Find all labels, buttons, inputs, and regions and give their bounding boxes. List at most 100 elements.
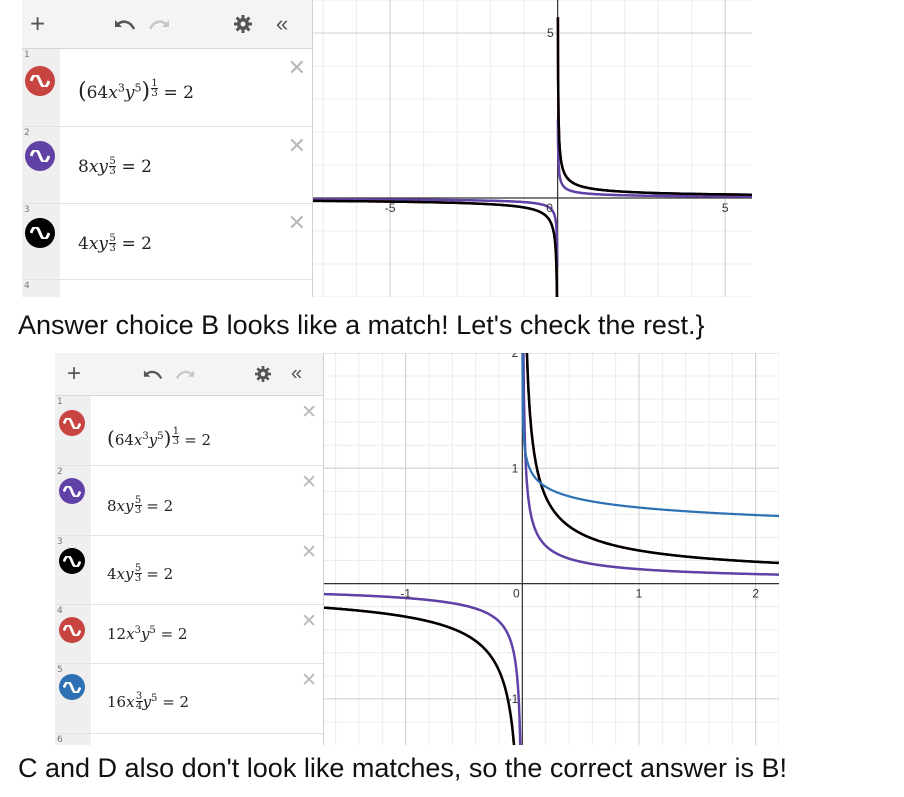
frac-den: 3 xyxy=(134,505,142,516)
var-y: y xyxy=(142,693,152,711)
var-y: y xyxy=(98,157,109,177)
wave-icon[interactable] xyxy=(25,218,55,248)
delete-expression-button[interactable]: ✕ xyxy=(301,610,317,633)
undo-button[interactable] xyxy=(143,368,163,381)
wave-icon[interactable] xyxy=(59,548,85,574)
exponent-fraction: 53 xyxy=(134,564,142,584)
graph-canvas-1[interactable]: -5 0 5 5 xyxy=(313,0,752,297)
frac-den: 3 xyxy=(134,573,142,584)
add-item-button[interactable]: + xyxy=(67,360,81,388)
expression-math[interactable]: 4xy 5 3 = 2 xyxy=(107,564,173,584)
var-y: y xyxy=(148,431,158,449)
paren-close: ) xyxy=(141,79,151,104)
expression-list-1: + « 1 (64x3y5) 1 3 = 2 ✕ 2 8xy 5 3 = 2 ✕… xyxy=(22,0,313,297)
expression-row-4[interactable]: 4 xyxy=(22,280,312,297)
frac-num: 5 xyxy=(109,233,116,244)
rhs: = 2 xyxy=(146,497,174,515)
expression-row-2[interactable]: 2 8xy 5 3 = 2 ✕ xyxy=(55,466,323,536)
settings-button[interactable] xyxy=(234,15,252,33)
wave-icon[interactable] xyxy=(59,410,85,436)
frac-den: 3 xyxy=(151,88,158,99)
rhs: = 2 xyxy=(163,83,194,103)
expression-math[interactable]: (64x3y5) 1 3 = 2 xyxy=(78,78,194,105)
y-tick-label: 1 xyxy=(512,461,519,475)
expression-math[interactable]: (64x3y5) 1 3 = 2 xyxy=(107,426,211,450)
wave-icon[interactable] xyxy=(59,617,85,643)
exponent-fraction: 53 xyxy=(109,233,117,254)
wave-icon[interactable] xyxy=(25,66,55,96)
rhs: = 2 xyxy=(121,157,152,177)
exponent-fraction: 13 xyxy=(151,78,159,99)
collapse-list-button[interactable]: « xyxy=(291,363,302,386)
expression-row-6[interactable]: 6 xyxy=(55,734,323,745)
undo-button[interactable] xyxy=(114,17,136,31)
expression-list-2: + « 1 (64x3y5) 1 3 = 2 ✕ 2 8xy 5 3 = 2 ✕… xyxy=(55,353,324,745)
caption-1: Answer choice B looks like a match! Let'… xyxy=(18,310,705,340)
delete-expression-button[interactable]: ✕ xyxy=(301,471,317,494)
curve-row-3 xyxy=(313,17,752,297)
x-tick-label: 2 xyxy=(752,587,759,601)
curve-row-1 xyxy=(313,17,752,297)
row-index: 1 xyxy=(57,397,63,407)
var-x: x xyxy=(126,693,135,711)
expression-math[interactable]: 4xy 5 3 = 2 xyxy=(78,233,152,255)
delete-expression-button[interactable]: ✕ xyxy=(288,133,306,159)
x-tick-label: 0 xyxy=(513,587,520,601)
coef: 12 xyxy=(107,625,127,643)
var-y: y xyxy=(125,565,134,583)
expression-row-5[interactable]: 5 16x 3 4 y5 = 2 ✕ xyxy=(55,664,323,734)
expression-row-1[interactable]: 1 (64x3y5) 1 3 = 2 ✕ xyxy=(22,49,312,127)
expression-math[interactable]: 8xy 5 3 = 2 xyxy=(78,157,152,178)
row-index: 2 xyxy=(57,467,63,477)
graph-canvas-2[interactable]: -1 0 1 2 2 1 -1 xyxy=(324,353,779,745)
wave-icon[interactable] xyxy=(25,141,55,171)
delete-expression-button[interactable]: ✕ xyxy=(288,210,306,236)
expression-math[interactable]: 16x 3 4 y5 = 2 xyxy=(107,692,190,712)
add-item-button[interactable]: + xyxy=(30,9,45,40)
y-tick-label: 5 xyxy=(547,26,554,40)
wave-icon[interactable] xyxy=(59,674,85,700)
rhs: = 2 xyxy=(162,693,190,711)
expression-row-1[interactable]: 1 (64x3y5) 1 3 = 2 ✕ xyxy=(55,396,323,466)
redo-button[interactable] xyxy=(148,17,170,31)
gear-icon xyxy=(255,366,271,382)
x-tick-label: -5 xyxy=(385,201,396,215)
row-index: 5 xyxy=(57,665,63,675)
expression-row-2[interactable]: 2 8xy 5 3 = 2 ✕ xyxy=(22,127,312,204)
frac-num: 1 xyxy=(151,78,158,89)
rhs: = 2 xyxy=(121,234,152,254)
delete-expression-button[interactable]: ✕ xyxy=(301,669,317,692)
expression-row-4[interactable]: 4 12x3y5 = 2 ✕ xyxy=(55,605,323,664)
expression-math[interactable]: 12x3y5 = 2 xyxy=(107,625,187,643)
var-y: y xyxy=(98,234,109,254)
collapse-list-button[interactable]: « xyxy=(276,11,288,37)
coef: 8 xyxy=(78,157,89,177)
x-tick-label: -1 xyxy=(400,587,411,601)
paren-open: ( xyxy=(107,426,115,450)
graph-svg-2: -1 0 1 2 2 1 -1 xyxy=(324,353,779,745)
delete-expression-button[interactable]: ✕ xyxy=(288,55,306,81)
var-x: x xyxy=(126,625,135,643)
expression-math[interactable]: 8xy 5 3 = 2 xyxy=(107,496,174,516)
redo-button[interactable] xyxy=(175,368,195,381)
expression-row-3[interactable]: 3 4xy 5 3 = 2 ✕ xyxy=(55,536,323,605)
var-x: x xyxy=(116,565,126,583)
var-x: x xyxy=(108,83,118,103)
row-index: 1 xyxy=(24,50,30,60)
coef: 64 xyxy=(114,431,134,449)
frac-den: 3 xyxy=(109,166,116,177)
caption-2: C and D also don't look like matches, so… xyxy=(18,753,787,783)
toolbar-1: + « xyxy=(22,0,312,49)
delete-expression-button[interactable]: ✕ xyxy=(301,401,317,424)
redo-icon xyxy=(148,20,169,30)
wave-icon[interactable] xyxy=(59,478,85,504)
settings-button[interactable] xyxy=(255,366,271,382)
frac-den: 4 xyxy=(135,701,143,712)
paren-close: ) xyxy=(163,426,172,450)
var-y: y xyxy=(125,497,134,515)
expression-row-3[interactable]: 3 4xy 5 3 = 2 ✕ xyxy=(22,204,312,280)
delete-expression-button[interactable]: ✕ xyxy=(301,541,317,564)
row-index: 3 xyxy=(24,205,30,215)
exponent-fraction: 34 xyxy=(135,692,143,712)
var-x: x xyxy=(88,157,99,177)
